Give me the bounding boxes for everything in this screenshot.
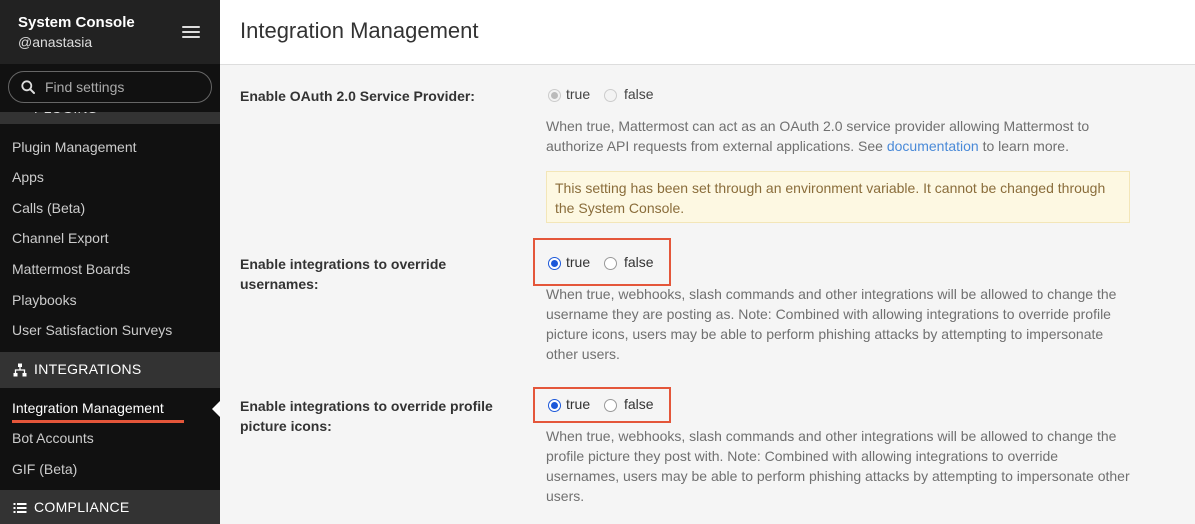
sidebar-item-mattermost-boards[interactable]: Mattermost Boards (12, 261, 130, 277)
oauth-false-radio[interactable] (604, 89, 617, 102)
override-icons-true-label: true (566, 396, 591, 412)
section-compliance: COMPLIANCE (0, 490, 220, 524)
main-panel: Integration Management Enable OAuth 2.0 … (220, 0, 1195, 524)
list-icon (13, 503, 27, 513)
sidebar-item-playbooks[interactable]: Playbooks (12, 292, 77, 308)
active-item-indicator (12, 420, 184, 423)
active-item-arrow (212, 400, 220, 418)
oauth-setting-label: Enable OAuth 2.0 Service Provider: (240, 88, 475, 104)
documentation-link[interactable]: documentation (887, 138, 979, 154)
sidebar-item-calls[interactable]: Calls (Beta) (12, 200, 85, 216)
console-title: System Console (18, 14, 135, 31)
oauth-help-text: When true, Mattermost can act as an OAut… (546, 116, 1130, 156)
sidebar-item-plugin-management[interactable]: Plugin Management (12, 139, 137, 155)
settings-content: Enable OAuth 2.0 Service Provider: true … (220, 65, 1195, 524)
oauth-help-after: to learn more. (978, 138, 1069, 154)
override-usernames-help: When true, webhooks, slash commands and … (546, 286, 1117, 362)
username: @anastasia (18, 34, 93, 50)
sidebar-item-apps[interactable]: Apps (12, 169, 44, 185)
override-icons-help: When true, webhooks, slash commands and … (546, 428, 1130, 504)
override-icons-false-label: false (624, 396, 654, 412)
env-variable-warning: This setting has been set through an env… (546, 171, 1130, 223)
oauth-false-label: false (624, 86, 654, 102)
search-container (0, 64, 220, 112)
section-compliance-label: COMPLIANCE (34, 499, 130, 515)
search-input[interactable] (45, 77, 205, 97)
page-title: Integration Management (240, 18, 479, 43)
search-icon (21, 80, 35, 94)
sidebar-header: System Console @anastasia (0, 0, 220, 64)
oauth-true-label: true (566, 86, 591, 102)
hamburger-menu-icon[interactable] (182, 26, 200, 38)
sidebar: System Console @anastasia PLUGINS Plugin… (0, 0, 220, 524)
sidebar-item-channel-export[interactable]: Channel Export (12, 230, 109, 246)
override-usernames-label: Enable integrations to override username… (240, 256, 447, 292)
sidebar-item-gif[interactable]: GIF (Beta) (12, 461, 77, 477)
section-integrations: INTEGRATIONS (0, 352, 220, 388)
override-usernames-true-radio[interactable] (548, 257, 561, 270)
page-header: Integration Management (220, 0, 1195, 65)
section-integrations-label: INTEGRATIONS (34, 361, 142, 377)
override-usernames-radio-group: true false (546, 254, 666, 274)
override-icons-false-radio[interactable] (604, 399, 617, 412)
override-icons-true-radio[interactable] (548, 399, 561, 412)
sidebar-item-integration-management[interactable]: Integration Management (12, 400, 164, 416)
override-usernames-false-radio[interactable] (604, 257, 617, 270)
oauth-radio-group: true false (546, 86, 666, 106)
override-usernames-false-label: false (624, 254, 654, 270)
search-box (8, 71, 212, 103)
sidebar-item-bot-accounts[interactable]: Bot Accounts (12, 430, 94, 446)
override-usernames-true-label: true (566, 254, 591, 270)
oauth-true-radio[interactable] (548, 89, 561, 102)
override-icons-radio-group: true false (546, 396, 666, 416)
sidebar-item-user-satisfaction-surveys[interactable]: User Satisfaction Surveys (12, 322, 172, 338)
override-icons-label: Enable integrations to override profile … (240, 398, 493, 434)
sitemap-icon (13, 363, 27, 377)
